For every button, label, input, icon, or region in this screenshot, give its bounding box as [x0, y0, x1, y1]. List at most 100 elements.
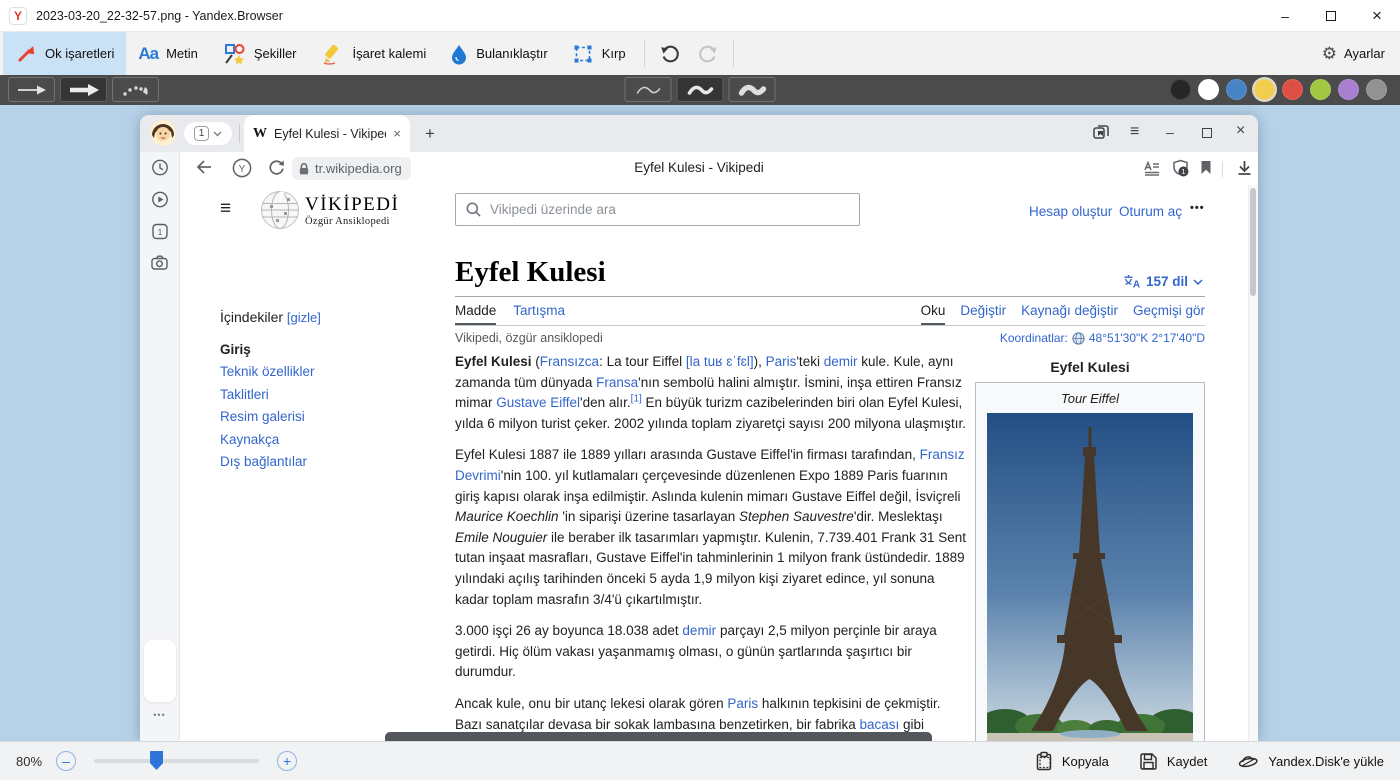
view-edit[interactable]: Değiştir	[960, 303, 1006, 325]
tool-arrows[interactable]: Ok işaretleri	[3, 32, 126, 75]
browser-menu-button[interactable]: ≡	[1130, 124, 1139, 140]
eiffel-tower-photo[interactable]	[987, 413, 1193, 741]
browser-minimize-button[interactable]: –	[1166, 125, 1174, 139]
arrow-style-thin-button[interactable]	[8, 77, 55, 102]
downloads-button[interactable]	[1237, 160, 1252, 176]
wiki-menu-button[interactable]: ≡	[220, 198, 231, 220]
color-swatch-blue[interactable]	[1226, 79, 1247, 100]
profile-avatar[interactable]	[150, 120, 176, 146]
toc-item-teknik-ozellikler[interactable]: Teknik özellikler	[220, 361, 430, 384]
color-swatch-green[interactable]	[1310, 79, 1331, 100]
create-account-link[interactable]: Hesap oluştur	[1029, 204, 1112, 219]
wiki-search-input[interactable]: Vikipedi üzerinde ara	[455, 193, 860, 226]
view-read[interactable]: Oku	[921, 303, 946, 325]
zoom-out-button[interactable]: –	[56, 751, 76, 771]
new-tab-button[interactable]: +	[418, 122, 442, 146]
toc-hide-link[interactable]: [gizle]	[287, 310, 321, 325]
yandex-home-button[interactable]: Y	[232, 158, 252, 178]
article-link[interactable]: bacası	[859, 717, 899, 732]
tool-crop[interactable]: Kırp	[560, 32, 638, 75]
line-weight-medium-button[interactable]	[677, 77, 724, 102]
article-link[interactable]: [la tuʁ ɛˈfɛl]	[686, 354, 754, 369]
wikipedia-logo[interactable]	[260, 189, 300, 231]
wikipedia-wordmark[interactable]: VİKİPEDİ Özgür Ansiklopedi	[305, 194, 399, 227]
tab-panels-button[interactable]	[1092, 123, 1110, 141]
editing-canvas[interactable]: 1 W Eyfel Kulesi - Vikipedi × + ≡ – ×	[0, 105, 1400, 741]
color-swatch-red[interactable]	[1282, 79, 1303, 100]
adblock-shield-button[interactable]: 1	[1171, 159, 1190, 178]
reader-mode-button[interactable]	[1143, 161, 1160, 176]
address-bar[interactable]: tr.wikipedia.org	[292, 157, 411, 180]
browser-maximize-button[interactable]	[1202, 128, 1212, 138]
window-maximize-button[interactable]	[1308, 0, 1354, 31]
screenshot-tool-button[interactable]	[151, 255, 169, 270]
settings-button[interactable]: ⚙ Ayarlar	[1307, 32, 1400, 75]
article-paragraph: Eyfel Kulesi (Fransızca: La tour Eiffel …	[455, 352, 968, 434]
wiki-tagline: Vikipedi, özgür ansiklopedi	[455, 331, 603, 345]
color-swatch-white[interactable]	[1198, 79, 1219, 100]
zoom-slider-thumb[interactable]	[150, 751, 163, 770]
coordinates[interactable]: Koordinatlar: 48°51'30"K 2°17'40"D	[1000, 331, 1205, 345]
view-edit-source[interactable]: Kaynağı değiştir	[1021, 303, 1118, 325]
tool-blur[interactable]: Bulanıklaştır	[438, 32, 560, 75]
bookmark-button[interactable]	[1200, 160, 1212, 175]
view-history[interactable]: Geçmişi gör	[1133, 303, 1205, 325]
window-minimize-button[interactable]: –	[1262, 0, 1308, 31]
screenshot-image[interactable]: 1 W Eyfel Kulesi - Vikipedi × + ≡ – ×	[140, 115, 1258, 741]
lock-icon	[298, 162, 310, 176]
article-link[interactable]: Gustave Eiffel	[496, 395, 580, 410]
color-swatch-yellow[interactable]	[1254, 79, 1275, 100]
reload-button[interactable]	[268, 159, 285, 176]
article-link[interactable]: Paris	[766, 354, 797, 369]
tab-close-button[interactable]: ×	[393, 126, 401, 141]
settings-label: Ayarlar	[1344, 46, 1385, 61]
redo-button[interactable]	[689, 32, 727, 75]
sidebar-more-button[interactable]: •••	[153, 710, 165, 720]
tab-article[interactable]: Madde	[455, 303, 496, 325]
tool-marker[interactable]: İşaret kalemi	[309, 32, 439, 75]
active-tab[interactable]: W Eyfel Kulesi - Vikipedi ×	[244, 115, 410, 152]
wikipedia-globe-icon	[260, 189, 300, 231]
browser-close-button[interactable]: ×	[1236, 123, 1245, 139]
article-link[interactable]: Fransa	[596, 375, 638, 390]
article-link[interactable]: Paris	[727, 696, 758, 711]
article-link[interactable]: Fransızca	[540, 354, 599, 369]
color-swatch-purple[interactable]	[1338, 79, 1359, 100]
article-link[interactable]: demir	[682, 623, 716, 638]
arrow-style-bold-button[interactable]	[60, 77, 107, 102]
color-swatch-gray[interactable]	[1366, 79, 1387, 100]
language-selector[interactable]: A 157 dil	[1123, 274, 1203, 289]
video-button[interactable]	[151, 191, 168, 208]
zoom-in-button[interactable]: +	[277, 751, 297, 771]
login-link[interactable]: Oturum aç	[1119, 204, 1182, 219]
scrollbar-thumb[interactable]	[1250, 188, 1256, 296]
wiki-more-menu[interactable]: •••	[1190, 202, 1205, 214]
toc-item-resim-galerisi[interactable]: Resim galerisi	[220, 406, 430, 429]
page-scrollbar[interactable]	[1248, 185, 1258, 741]
history-button[interactable]	[151, 159, 168, 176]
tool-shapes[interactable]: Şekiller	[210, 32, 309, 75]
toc-item-taklitleri[interactable]: Taklitleri	[220, 383, 430, 406]
line-weight-thin-button[interactable]	[625, 77, 672, 102]
upload-yandex-disk-button[interactable]: Yandex.Disk'e yükle	[1237, 752, 1384, 771]
tab-talk[interactable]: Tartışma	[513, 303, 565, 325]
undo-button[interactable]	[651, 32, 689, 75]
toc-item-giris[interactable]: Giriş	[220, 338, 430, 361]
language-count: 157 dil	[1146, 274, 1188, 289]
toc-item-kaynakca[interactable]: Kaynakça	[220, 428, 430, 451]
tabs-panel-button[interactable]: 1	[151, 223, 168, 240]
tab-group-button[interactable]: 1	[184, 122, 232, 145]
arrow-style-dotted-button[interactable]	[112, 77, 159, 102]
toc-item-dis-baglantilar[interactable]: Dış bağlantılar	[220, 451, 430, 474]
svg-text:Y: Y	[239, 164, 246, 175]
tool-text[interactable]: Aa Metin	[126, 32, 210, 75]
copy-button[interactable]: Kopyala	[1035, 751, 1109, 771]
line-weight-thick-button[interactable]	[729, 77, 776, 102]
color-swatch-black[interactable]	[1170, 79, 1191, 100]
back-button[interactable]	[195, 159, 213, 175]
article-link[interactable]: demir	[824, 354, 858, 369]
zoom-slider[interactable]	[94, 759, 259, 763]
window-close-button[interactable]: ×	[1354, 0, 1400, 31]
camera-icon	[151, 255, 169, 270]
save-button[interactable]: Kaydet	[1139, 752, 1207, 771]
